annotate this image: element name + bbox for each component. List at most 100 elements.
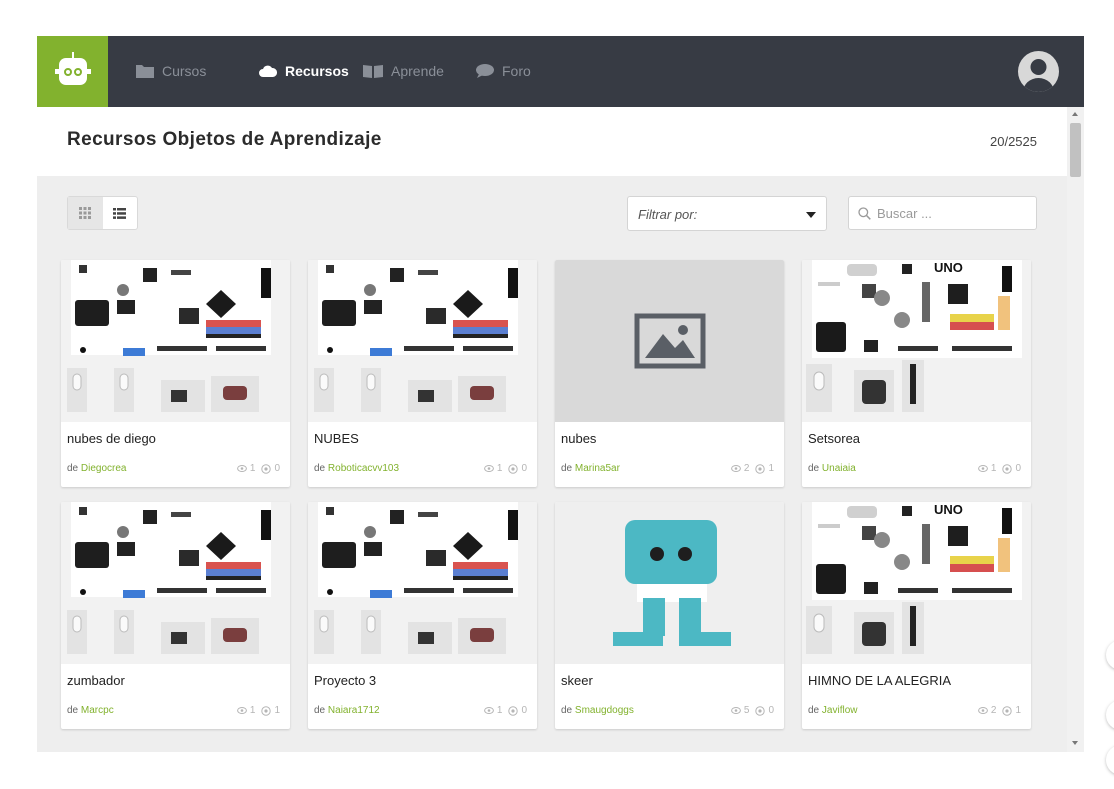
resource-author: de Roboticacvv103 (314, 463, 399, 474)
author-link[interactable]: Marina5ar (575, 463, 620, 474)
copies-stat: 0 (1002, 463, 1021, 474)
resource-author: de Diegocrea (67, 463, 127, 474)
resource-thumbnail[interactable] (308, 502, 537, 664)
resource-title[interactable]: NUBES (314, 431, 359, 446)
filter-label: Filtrar por: (638, 207, 698, 222)
resource-thumbnail[interactable] (61, 260, 290, 422)
nav-item-foro[interactable]: Foro (476, 60, 531, 82)
list-view-button[interactable] (103, 197, 138, 229)
copy-icon (261, 463, 272, 474)
copies-count: 1 (1015, 705, 1021, 716)
resource-thumbnail[interactable] (555, 502, 784, 664)
views-stat: 2 (730, 463, 749, 474)
resource-card[interactable]: UNO HIMNO DE LA ALEGRIA de Javiflow 2 1 (802, 502, 1031, 729)
vertical-scrollbar[interactable] (1067, 107, 1084, 752)
resource-title[interactable]: Proyecto 3 (314, 673, 376, 688)
resource-author: de Naiara1712 (314, 705, 380, 716)
resource-author: de Smaugdoggs (561, 705, 634, 716)
copy-icon (1002, 463, 1013, 474)
copy-icon (508, 463, 519, 474)
grid-view-button[interactable] (68, 197, 103, 229)
views-count: 1 (990, 463, 997, 474)
views-stat: 5 (730, 705, 749, 716)
author-link[interactable]: Diegocrea (81, 463, 127, 474)
copies-stat: 0 (508, 463, 527, 474)
search-input[interactable] (877, 205, 1027, 221)
views-stat: 1 (483, 705, 502, 716)
author-prefix: de (67, 463, 79, 474)
resource-title[interactable]: Setsorea (808, 431, 860, 446)
floating-action-button[interactable] (1106, 640, 1114, 670)
views-stat: 1 (236, 463, 255, 474)
author-link[interactable]: Marcpc (81, 705, 114, 716)
resource-author: de Javiflow (808, 705, 857, 716)
author-prefix: de (808, 705, 820, 716)
nav-item-aprende[interactable]: Aprende (363, 60, 444, 82)
resource-card[interactable]: Proyecto 3 de Naiara1712 1 0 (308, 502, 537, 729)
page-header: Recursos Objetos de Aprendizaje 20/2525 (37, 107, 1067, 176)
author-link[interactable]: Roboticacvv103 (328, 463, 399, 474)
eye-icon (483, 465, 494, 472)
filter-dropdown[interactable]: Filtrar por: (627, 196, 827, 231)
floating-action-button[interactable] (1106, 700, 1114, 730)
resource-thumbnail[interactable]: UNO (802, 260, 1031, 422)
views-stat: 1 (483, 463, 502, 474)
resource-card[interactable]: zumbador de Marcpc 1 1 (61, 502, 290, 729)
resource-stats: 1 1 (231, 705, 280, 716)
folder-icon (136, 65, 154, 78)
author-prefix: de (67, 705, 79, 716)
resource-card[interactable]: nubes de Marina5ar 2 1 (555, 260, 784, 487)
caret-down-icon (806, 212, 816, 218)
resource-title[interactable]: skeer (561, 673, 593, 688)
resource-stats: 1 0 (478, 705, 527, 716)
author-link[interactable]: Javiflow (822, 705, 858, 716)
copies-count: 1 (274, 705, 280, 716)
results-count: 20/2525 (990, 134, 1037, 149)
resource-stats: 2 1 (972, 705, 1021, 716)
copies-count: 0 (1015, 463, 1021, 474)
resource-thumbnail[interactable] (61, 502, 290, 664)
eye-icon (977, 707, 988, 714)
copy-icon (755, 463, 766, 474)
nav-item-label: Aprende (391, 63, 444, 79)
scroll-up-arrow-icon[interactable] (1072, 112, 1078, 116)
resource-thumbnail[interactable] (555, 260, 784, 422)
eye-icon (977, 465, 988, 472)
resource-thumbnail[interactable]: UNO (802, 502, 1031, 664)
robot-logo-icon (55, 52, 91, 85)
cloud-icon (259, 65, 277, 77)
search-icon (858, 206, 871, 220)
resource-author: de Unaiaia (808, 463, 856, 474)
resource-card[interactable]: NUBES de Roboticacvv103 1 0 (308, 260, 537, 487)
resource-card[interactable]: nubes de diego de Diegocrea 1 0 (61, 260, 290, 487)
author-prefix: de (314, 705, 326, 716)
author-link[interactable]: Unaiaia (822, 463, 856, 474)
copies-stat: 0 (261, 463, 280, 474)
nav-item-cursos[interactable]: Cursos (136, 60, 206, 82)
author-link[interactable]: Smaugdoggs (575, 705, 634, 716)
scrollbar-thumb[interactable] (1070, 123, 1081, 177)
resource-stats: 2 1 (725, 463, 774, 474)
eye-icon (730, 465, 741, 472)
resource-stats: 1 0 (231, 463, 280, 474)
scroll-down-arrow-icon[interactable] (1072, 741, 1078, 745)
copies-count: 0 (521, 705, 527, 716)
resource-title[interactable]: zumbador (67, 673, 125, 688)
resource-title[interactable]: nubes de diego (67, 431, 156, 446)
resource-thumbnail[interactable] (308, 260, 537, 422)
app-window: Cursos Recursos Aprende Foro Recursos Ob… (37, 36, 1084, 752)
nav-item-recursos[interactable]: Recursos (259, 60, 349, 82)
views-stat: 2 (977, 705, 996, 716)
copies-stat: 1 (755, 463, 774, 474)
top-navbar: Cursos Recursos Aprende Foro (37, 36, 1084, 107)
resource-title[interactable]: nubes (561, 431, 596, 446)
floating-action-button[interactable] (1106, 745, 1114, 775)
user-avatar[interactable] (1018, 51, 1059, 92)
author-prefix: de (561, 705, 573, 716)
resource-title[interactable]: HIMNO DE LA ALEGRIA (808, 673, 951, 688)
resource-card[interactable]: skeer de Smaugdoggs 5 0 (555, 502, 784, 729)
resource-card[interactable]: UNO Setsorea de Unaiaia 1 0 (802, 260, 1031, 487)
bitbloq-logo[interactable] (37, 36, 108, 107)
author-link[interactable]: Naiara1712 (328, 705, 380, 716)
copy-icon (261, 705, 272, 716)
